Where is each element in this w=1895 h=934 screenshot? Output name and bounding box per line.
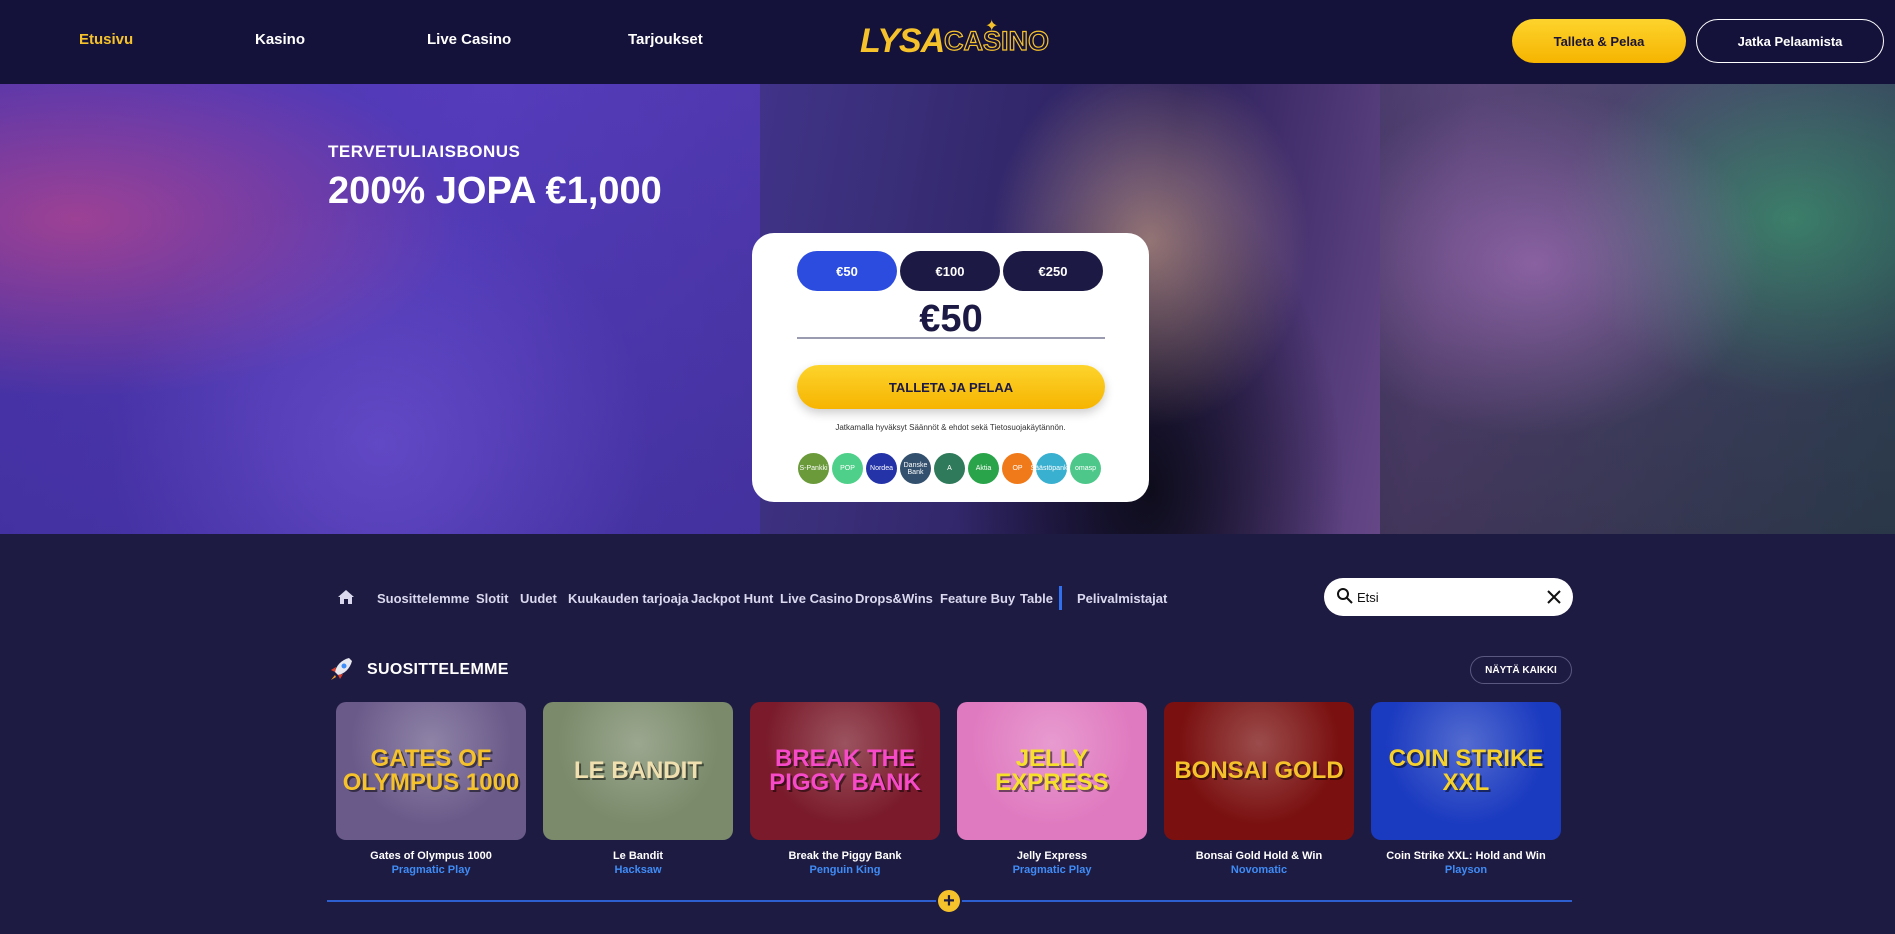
category-pelivalmistajat[interactable]: Pelivalmistajat — [1077, 591, 1167, 606]
nav-etusivu[interactable]: Etusivu — [79, 31, 133, 48]
game-thumbnail-title: JELLY EXPRESS — [995, 745, 1109, 796]
category-feature-buy[interactable]: Feature Buy — [940, 591, 1015, 606]
category-bar: Suosittelemme Slotit Uudet Kuukauden tar… — [0, 578, 1895, 618]
nav-live-casino[interactable]: Live Casino — [427, 31, 511, 48]
expand-more-button[interactable]: + — [936, 888, 962, 914]
game-name[interactable]: Jelly Express — [957, 850, 1147, 862]
bank-logos: S-Pankki POP Nordea Danske Bank A Aktia OP Sääs… — [798, 453, 1104, 485]
bank-logo: Danske Bank — [900, 453, 931, 484]
continue-playing-button[interactable]: Jatka Pelaamista — [1696, 19, 1884, 63]
home-icon[interactable] — [337, 589, 355, 605]
game-grid: GATES OF OLYMPUS 1000 Gates of Olympus 10… — [336, 702, 1562, 882]
close-icon[interactable] — [1545, 588, 1563, 606]
game-card[interactable]: COIN STRIKE XXL Coin Strike XXL: Hold and… — [1371, 702, 1561, 882]
game-name[interactable]: Break the Piggy Bank — [750, 850, 940, 862]
game-name[interactable]: Le Bandit — [543, 850, 733, 862]
game-thumbnail-title: GATES OF OLYMPUS 1000 — [342, 745, 520, 796]
hero-eyebrow: TERVETULIAISBONUS — [328, 142, 521, 161]
game-thumbnail[interactable]: GATES OF OLYMPUS 1000 — [336, 702, 526, 840]
terms-text: Jatkamalla hyväksyt Säännöt & ehdot sekä… — [835, 423, 1066, 432]
logo-text-lysa: LYSA — [860, 22, 945, 60]
game-card[interactable]: BREAK THE PIGGY BANK Break the Piggy Bank… — [750, 702, 940, 882]
category-live-casino[interactable]: Live Casino — [780, 591, 853, 606]
game-provider-link[interactable]: Novomatic — [1164, 864, 1354, 876]
game-thumbnail-title: LE BANDIT — [574, 757, 702, 784]
nav-kasino[interactable]: Kasino — [255, 31, 305, 48]
category-slotit[interactable]: Slotit — [476, 591, 509, 606]
game-name[interactable]: Coin Strike XXL: Hold and Win — [1371, 850, 1561, 862]
bank-logo: POP — [832, 453, 863, 484]
bank-logo: Nordea — [866, 453, 897, 484]
game-thumbnail-title: COIN STRIKE XXL — [1388, 745, 1544, 796]
game-thumbnail[interactable]: JELLY EXPRESS — [957, 702, 1147, 840]
nav-tarjoukset[interactable]: Tarjoukset — [628, 31, 703, 48]
site-header: Etusivu Kasino Live Casino Tarjoukset LY… — [0, 0, 1895, 84]
game-card[interactable]: JELLY EXPRESS Jelly Express Pragmatic Play — [957, 702, 1147, 882]
amount-option-250[interactable]: €250 — [1003, 251, 1103, 291]
game-thumbnail[interactable]: BONSAI GOLD — [1164, 702, 1354, 840]
bank-logo: OP — [1002, 453, 1033, 484]
search-icon — [1337, 588, 1353, 604]
category-jackpot-hunt[interactable]: Jackpot Hunt — [691, 591, 773, 606]
category-uudet[interactable]: Uudet — [520, 591, 557, 606]
deposit-play-button[interactable]: Talleta & Pelaa — [1512, 19, 1686, 63]
star-icon: ✦ — [985, 18, 999, 35]
section-title: SUOSITTELEMME — [367, 661, 509, 678]
rocket-icon — [331, 658, 352, 680]
game-card[interactable]: LE BANDIT Le Bandit Hacksaw — [543, 702, 733, 882]
deposit-amount-input[interactable] — [797, 301, 1105, 339]
category-kuukauden-tarjoaja[interactable]: Kuukauden tarjoaja — [568, 591, 689, 606]
bank-logo: omasp — [1070, 453, 1101, 484]
category-suosittelemme[interactable]: Suosittelemme — [377, 591, 469, 606]
hero-banner: TERVETULIAISBONUS 200% JOPA €1,000 €50 €… — [0, 84, 1895, 534]
game-thumbnail[interactable]: LE BANDIT — [543, 702, 733, 840]
view-all-button[interactable]: NÄYTÄ KAIKKI — [1470, 656, 1572, 684]
bank-logo: Aktia — [968, 453, 999, 484]
game-card[interactable]: BONSAI GOLD Bonsai Gold Hold & Win Novomat… — [1164, 702, 1354, 882]
amount-option-50[interactable]: €50 — [797, 251, 897, 291]
bank-logo: S-Pankki — [798, 453, 829, 484]
amount-option-100[interactable]: €100 — [900, 251, 1000, 291]
category-drops-wins[interactable]: Drops&Wins — [855, 591, 933, 606]
site-logo[interactable]: LYSA CASINO ✦ — [860, 18, 1050, 60]
game-provider-link[interactable]: Pragmatic Play — [336, 864, 526, 876]
bank-logo: A — [934, 453, 965, 484]
game-provider-link[interactable]: Pragmatic Play — [957, 864, 1147, 876]
game-thumbnail[interactable]: BREAK THE PIGGY BANK — [750, 702, 940, 840]
hero-slot-machine-image — [1380, 84, 1895, 534]
category-table[interactable]: Table — [1020, 591, 1053, 606]
deposit-and-play-button[interactable]: TALLETA JA PELAA — [797, 365, 1105, 409]
game-provider-link[interactable]: Hacksaw — [543, 864, 733, 876]
game-provider-link[interactable]: Penguin King — [750, 864, 940, 876]
bank-logo: Säästöpankki — [1030, 453, 1073, 484]
search-input[interactable] — [1357, 587, 1537, 607]
game-thumbnail[interactable]: COIN STRIKE XXL — [1371, 702, 1561, 840]
game-name[interactable]: Bonsai Gold Hold & Win — [1164, 850, 1354, 862]
hero-title: 200% JOPA €1,000 — [328, 170, 662, 212]
game-name[interactable]: Gates of Olympus 1000 — [336, 850, 526, 862]
deposit-card: €50 €100 €250 TALLETA JA PELAA Jatkamall… — [752, 233, 1149, 502]
search-box — [1324, 578, 1573, 616]
game-thumbnail-title: BONSAI GOLD — [1174, 757, 1344, 784]
game-thumbnail-title: BREAK THE PIGGY BANK — [769, 745, 921, 796]
game-provider-link[interactable]: Playson — [1371, 864, 1561, 876]
category-divider — [1059, 586, 1062, 610]
game-card[interactable]: GATES OF OLYMPUS 1000 Gates of Olympus 10… — [336, 702, 526, 882]
